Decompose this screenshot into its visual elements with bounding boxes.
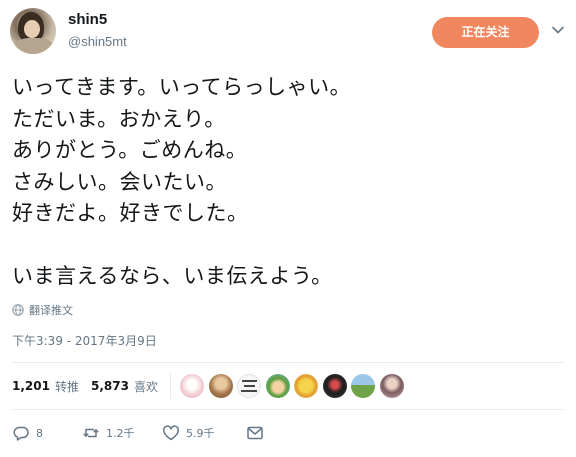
stats-separator — [170, 373, 171, 399]
retweet-action-count: 1.2千 — [106, 427, 135, 440]
retweet-label[interactable]: 转推 — [55, 378, 79, 395]
tweet-text: いってきます。いってらっしゃい。 ただいま。おかえり。 ありがとう。ごめんね。 … — [12, 72, 572, 293]
translate-tweet-link[interactable]: 翻译推文 — [12, 302, 73, 318]
engagement-stats: 1,201 转推 5,873 喜欢 — [12, 373, 170, 399]
like-count[interactable]: 5,873 — [91, 379, 129, 393]
divider — [12, 362, 564, 363]
following-button[interactable]: 正在关注 — [432, 17, 539, 48]
translate-label: 翻译推文 — [29, 304, 73, 317]
liker-avatar[interactable] — [379, 374, 404, 398]
tweet-line: ありがとう。ごめんね。 — [12, 138, 248, 162]
user-handle[interactable]: @shin5mt — [68, 34, 127, 49]
liker-avatar[interactable] — [265, 374, 290, 398]
reply-button[interactable]: 8 — [12, 424, 82, 442]
liker-avatar[interactable] — [294, 374, 318, 398]
tweet-line: いってきます。いってらっしゃい。 — [12, 75, 352, 99]
retweet-icon — [83, 428, 99, 438]
tweet-header: shin5 @shin5mt 正在关注 — [0, 0, 576, 62]
tweet-line: さみしい。会いたい。 — [12, 169, 227, 194]
liker-avatar[interactable] — [322, 374, 347, 398]
like-action-count: 5.9千 — [186, 427, 215, 440]
avatar[interactable] — [10, 8, 56, 54]
user-name[interactable]: shin5 — [68, 11, 107, 28]
tweet-line: ただいま。おかえり。 — [12, 106, 226, 131]
liker-avatar[interactable] — [351, 374, 375, 398]
reply-icon — [13, 426, 29, 441]
divider — [12, 409, 564, 410]
liker-avatar[interactable] — [237, 374, 261, 398]
like-button[interactable]: 5.9千 — [162, 424, 246, 442]
like-label[interactable]: 喜欢 — [134, 378, 158, 395]
heart-icon — [163, 425, 179, 441]
avatar-body — [14, 38, 54, 54]
globe-icon — [12, 304, 24, 316]
chevron-down-icon[interactable] — [551, 23, 565, 37]
tweet-line: いま言えるなら、いま伝えよう。 — [12, 264, 333, 288]
timestamp[interactable]: 下午3:39 - 2017年3月9日 — [12, 332, 157, 349]
liker-avatar[interactable] — [208, 374, 233, 398]
retweet-button[interactable]: 1.2千 — [82, 424, 162, 442]
avatar-face — [24, 20, 40, 38]
direct-message-button[interactable] — [246, 424, 264, 442]
tweet-actions: 8 1.2千 5.9千 — [12, 422, 264, 444]
retweet-count[interactable]: 1,201 — [12, 379, 50, 393]
liker-avatars — [180, 374, 408, 398]
tweet-line: 好きだよ。好きでした。 — [12, 201, 249, 225]
reply-count: 8 — [36, 426, 43, 440]
envelope-icon — [247, 426, 263, 440]
liker-avatar[interactable] — [180, 374, 204, 398]
